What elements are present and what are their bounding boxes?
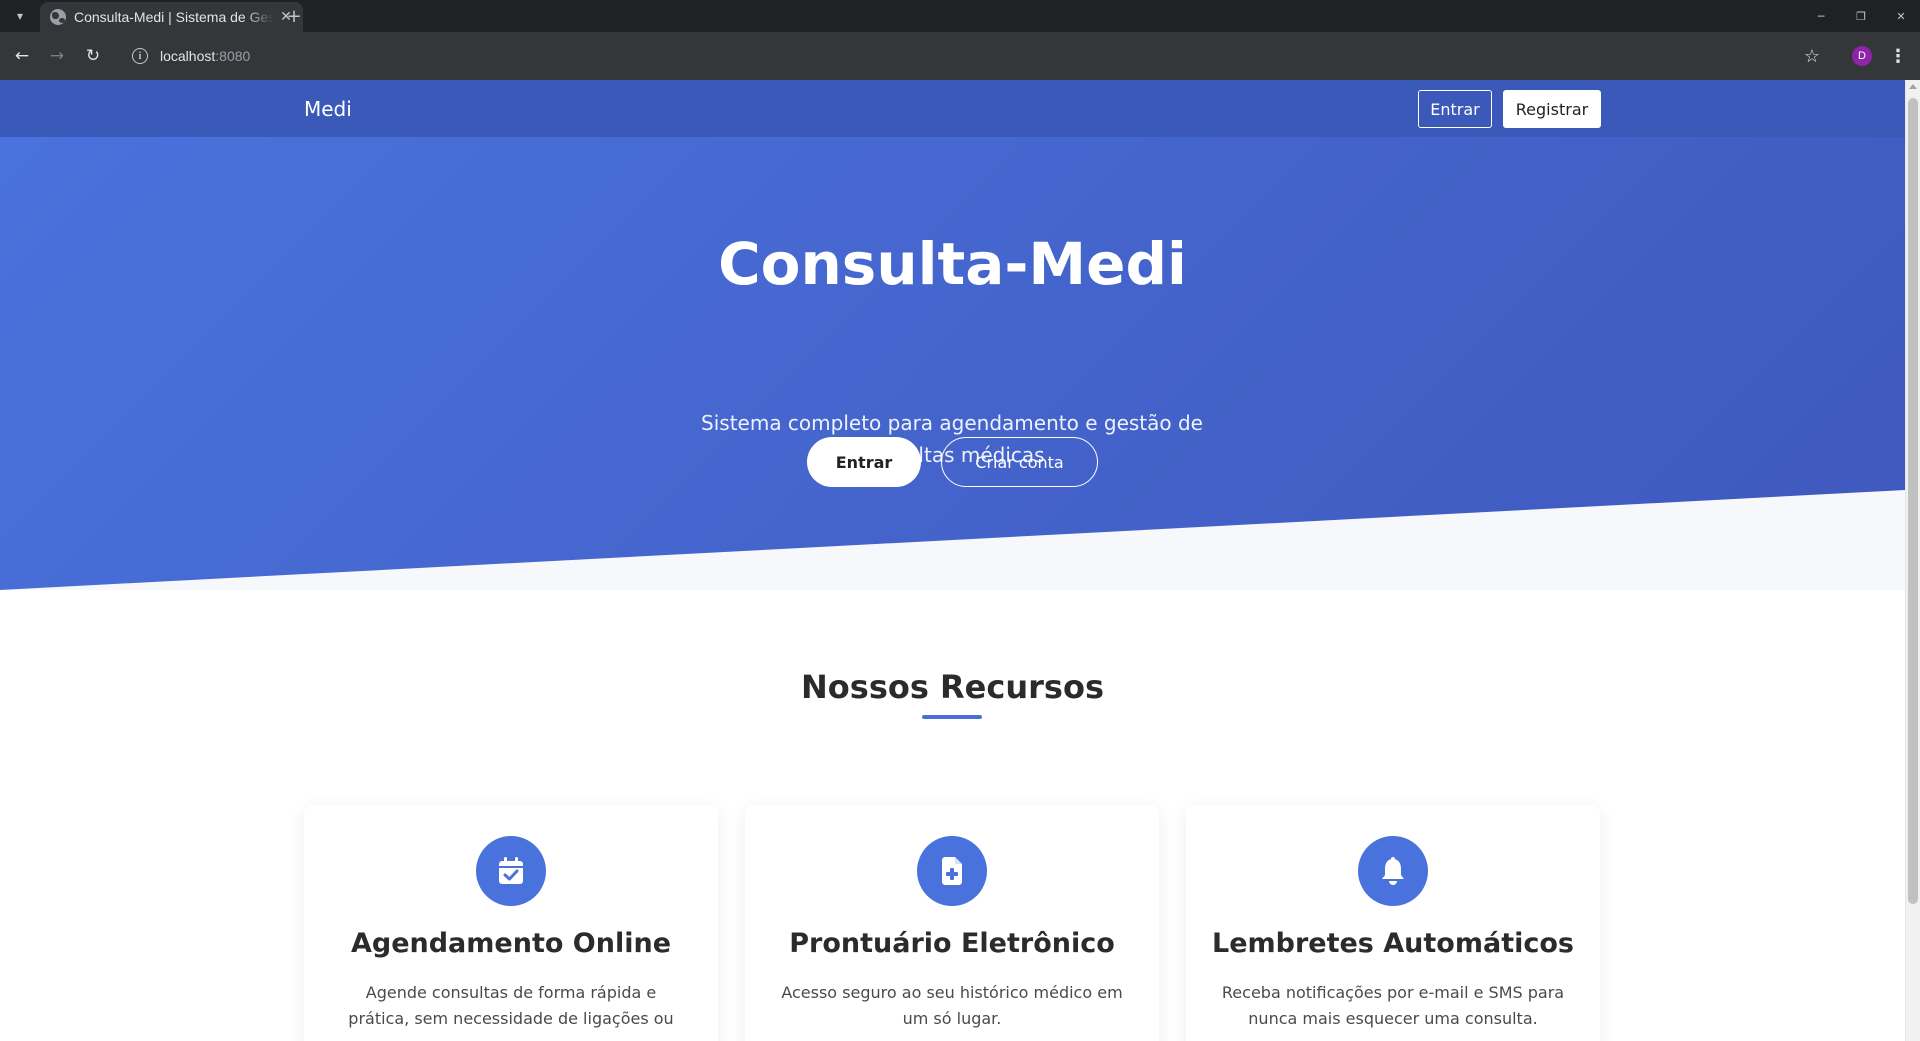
feature-card-scheduling: Agendamento Online Agende consultas de f… xyxy=(304,805,718,1041)
calendar-check-icon xyxy=(476,836,546,906)
site-navbar: Medi Entrar Registrar xyxy=(0,80,1905,137)
forward-arrow-icon[interactable]: → xyxy=(43,42,71,70)
browser-toolbar: ← → ↻ i localhost:8080 ☆ D ⋮ xyxy=(0,32,1920,80)
page-viewport: Medi Entrar Registrar Consulta-Medi Sist… xyxy=(0,80,1920,1041)
back-arrow-icon[interactable]: ← xyxy=(8,42,36,70)
file-medical-icon xyxy=(917,836,987,906)
restore-window-icon[interactable]: ❐ xyxy=(1846,4,1876,28)
feature-card-title: Prontuário Eletrônico xyxy=(789,928,1115,959)
browser-tab[interactable]: Consulta-Medi | Sistema de Gestão ✕ xyxy=(40,2,303,32)
address-bar[interactable]: i localhost:8080 xyxy=(118,38,1798,74)
globe-icon xyxy=(50,9,66,25)
reload-icon[interactable]: ↻ xyxy=(79,42,107,70)
minimize-window-icon[interactable]: ─ xyxy=(1806,4,1836,28)
features-section-title: Nossos Recursos xyxy=(801,668,1104,706)
site-info-icon[interactable]: i xyxy=(132,48,148,64)
feature-card-title: Lembretes Automáticos xyxy=(1211,928,1574,959)
browser-menu-icon[interactable]: ⋮ xyxy=(1886,44,1910,68)
navbar-register-button[interactable]: Registrar xyxy=(1503,90,1601,128)
hero-create-account-button[interactable]: Criar conta xyxy=(941,437,1098,487)
navbar-brand[interactable]: Medi xyxy=(304,97,352,121)
feature-card-medical-record: Prontuário Eletrônico Acesso seguro ao s… xyxy=(745,805,1159,1041)
feature-card-text: Agende consultas de forma rápida e práti… xyxy=(348,983,674,1028)
hero-title: Consulta-Medi xyxy=(718,230,1187,298)
hero-section: Consulta-Medi Sistema completo para agen… xyxy=(0,137,1905,590)
url-port: :8080 xyxy=(215,48,251,64)
tab-title: Consulta-Medi | Sistema de Gestão xyxy=(74,9,274,25)
page: Medi Entrar Registrar Consulta-Medi Sist… xyxy=(0,80,1905,1041)
new-tab-plus-icon[interactable]: + xyxy=(282,4,306,28)
bookmark-star-icon[interactable]: ☆ xyxy=(1800,44,1824,68)
navbar-login-button[interactable]: Entrar xyxy=(1418,90,1492,128)
page-scrollbar[interactable] xyxy=(1905,80,1920,1041)
tab-list-chevron-icon[interactable]: ▾ xyxy=(8,4,32,28)
feature-card-text: Receba notificações por e-mail e SMS par… xyxy=(1221,983,1565,1028)
feature-card-reminders: Lembretes Automáticos Receba notificaçõe… xyxy=(1186,805,1600,1041)
url-host: localhost xyxy=(160,48,216,64)
feature-card-title: Agendamento Online xyxy=(350,928,672,959)
scroll-up-arrow-icon[interactable] xyxy=(1909,84,1917,89)
browser-tab-bar: ▾ Consulta-Medi | Sistema de Gestão ✕ + … xyxy=(0,0,1920,32)
close-window-icon[interactable]: ✕ xyxy=(1886,4,1916,28)
bell-icon xyxy=(1358,836,1428,906)
scrollbar-thumb[interactable] xyxy=(1908,98,1918,904)
hero-login-button[interactable]: Entrar xyxy=(807,437,921,487)
feature-card-text: Acesso seguro ao seu histórico médico em… xyxy=(781,983,1123,1028)
title-underline xyxy=(922,715,982,719)
hero-diagonal-divider xyxy=(0,490,1905,590)
profile-avatar[interactable]: D xyxy=(1852,46,1872,66)
